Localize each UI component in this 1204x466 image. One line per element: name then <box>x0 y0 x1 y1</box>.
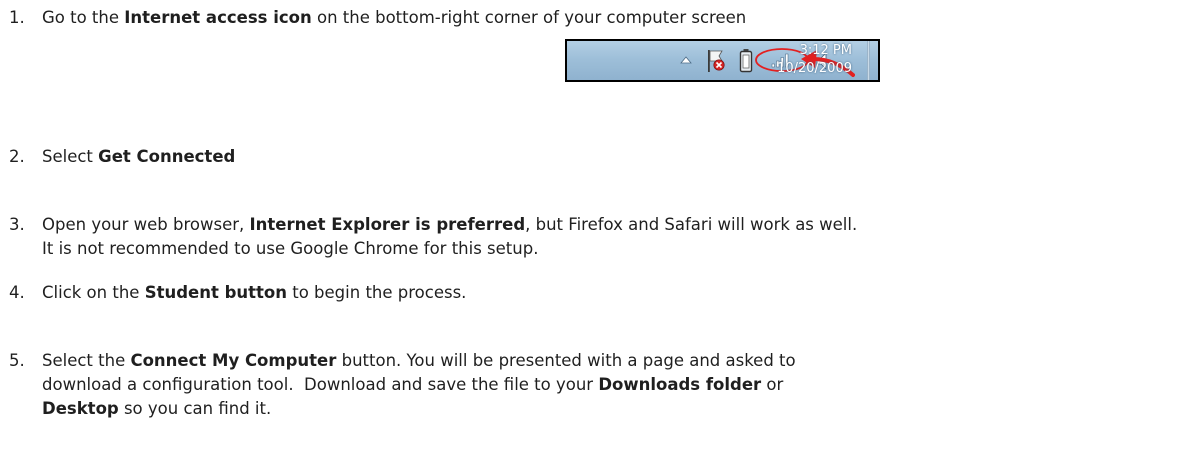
step-text-line: Click on the Student button to begin the… <box>42 281 1204 305</box>
step-text: Click on the Student button to begin the… <box>42 281 1204 305</box>
step-text: Select the Connect My Computer button. Y… <box>42 349 1204 421</box>
bold-text: Student button <box>144 283 287 302</box>
step-number: 2. <box>9 147 25 166</box>
text-run: It is not recommended to use Google Chro… <box>42 239 539 258</box>
step-text: Go to the Internet access icon on the bo… <box>42 6 1204 30</box>
text-run: Click on the <box>42 283 145 302</box>
text-run: Select the <box>42 351 131 370</box>
text-run: Open your web browser, <box>42 215 250 234</box>
text-run: download a configuration tool. Download … <box>42 375 599 394</box>
text-run: so you can find it. <box>118 399 272 418</box>
text-run: to begin the process. <box>287 283 467 302</box>
step-text-line: Select Get Connected <box>42 145 1204 169</box>
step-text-line: Open your web browser, Internet Explorer… <box>42 213 1204 237</box>
text-run: or <box>761 375 784 394</box>
step-number: 1. <box>9 8 25 27</box>
step-number: 5. <box>9 351 25 370</box>
text-run: button. You will be presented with a pag… <box>336 351 796 370</box>
action-center-flag-icon <box>708 50 725 72</box>
bold-text: Desktop <box>42 399 119 418</box>
text-run: on the bottom-right corner of your compu… <box>311 8 747 27</box>
taskbar-screenshot: 3:12 PM 10/20/2009 <box>565 39 880 82</box>
step-text-line: It is not recommended to use Google Chro… <box>42 237 1204 261</box>
text-run: Select <box>42 147 99 166</box>
bold-text: Downloads folder <box>598 375 762 394</box>
step-text-line: Go to the Internet access icon on the bo… <box>42 6 1204 30</box>
bold-text: Get Connected <box>98 147 236 166</box>
taskbar-separator <box>867 41 870 80</box>
step-text-line: download a configuration tool. Download … <box>42 373 1204 397</box>
text-run: Go to the <box>42 8 125 27</box>
step-text-line: Select the Connect My Computer button. Y… <box>42 349 1204 373</box>
bold-text: Connect My Computer <box>130 351 337 370</box>
step-text: Select Get Connected <box>42 145 1204 169</box>
step-text-line: Desktop so you can find it. <box>42 397 1204 421</box>
battery-icon <box>739 49 753 73</box>
step-number: 3. <box>9 215 25 234</box>
show-hidden-icons-arrow-icon <box>680 56 692 64</box>
step-number: 4. <box>9 283 25 302</box>
text-run: , but Firefox and Safari will work as we… <box>525 215 858 234</box>
step-text: Open your web browser, Internet Explorer… <box>42 213 1204 261</box>
bold-text: Internet access icon <box>124 8 312 27</box>
clock-time: 3:12 PM <box>799 43 852 58</box>
bold-text: Internet Explorer is preferred <box>249 215 526 234</box>
clock-date: 10/20/2009 <box>777 61 852 76</box>
